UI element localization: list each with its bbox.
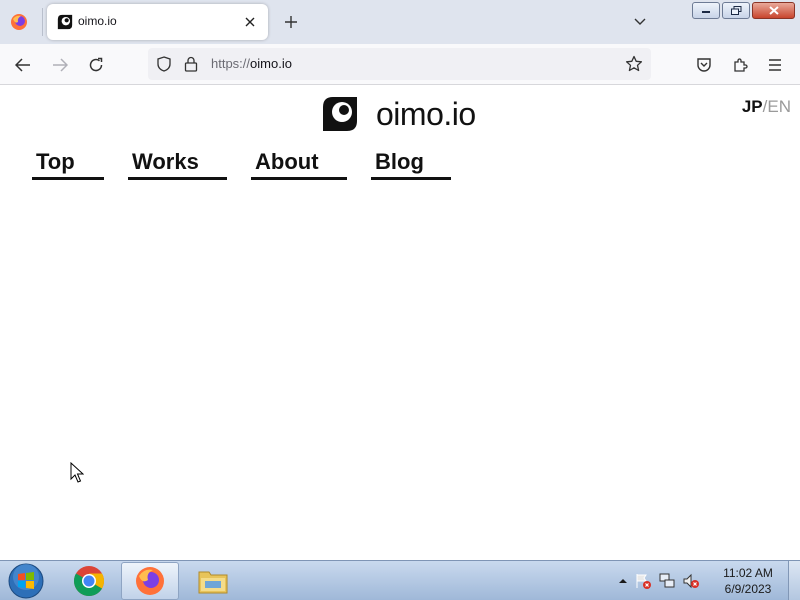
plus-icon <box>285 16 297 28</box>
clock-date: 6/9/2023 <box>724 582 772 596</box>
firefox-icon <box>136 567 164 595</box>
windows-start-icon <box>8 563 44 599</box>
start-button[interactable] <box>6 562 46 600</box>
nav-about[interactable]: About <box>251 147 347 180</box>
nav-blog[interactable]: Blog <box>371 147 451 180</box>
system-tray <box>618 569 700 593</box>
reload-button[interactable] <box>83 52 109 78</box>
forward-button[interactable] <box>47 52 73 78</box>
firefox-view-button[interactable] <box>6 9 32 35</box>
minimize-button[interactable] <box>692 2 720 19</box>
star-icon[interactable] <box>625 55 643 73</box>
mouse-cursor-icon <box>70 462 84 483</box>
oimo-logo-icon[interactable] <box>321 95 359 133</box>
close-window-button[interactable] <box>752 2 795 19</box>
language-switcher: JP/EN <box>742 97 791 117</box>
close-icon <box>245 17 255 27</box>
web-page: oimo.io JP/EN Top Works About Blog <box>0 85 800 560</box>
site-title[interactable]: oimo.io <box>376 96 476 133</box>
oimo-logo-icon <box>57 14 73 30</box>
restore-button[interactable] <box>722 2 750 19</box>
show-desktop-button[interactable] <box>788 561 800 600</box>
navigation-toolbar: https://oimo.io <box>0 44 800 85</box>
show-hidden-icons-icon[interactable] <box>618 576 628 586</box>
pocket-icon <box>697 58 711 72</box>
restore-icon <box>730 6 741 15</box>
minimize-icon <box>702 10 710 13</box>
arrow-left-icon <box>15 58 30 72</box>
lock-icon[interactable] <box>184 56 198 72</box>
tab-separator <box>42 8 43 36</box>
reload-icon <box>89 57 103 72</box>
lang-en-link[interactable]: EN <box>767 97 791 116</box>
close-icon <box>768 6 779 15</box>
nav-works[interactable]: Works <box>128 147 227 180</box>
tab-strip: oimo.io <box>0 0 800 44</box>
back-button[interactable] <box>10 52 36 78</box>
url-scheme: https:// <box>211 56 251 71</box>
pocket-button[interactable] <box>691 52 717 78</box>
app-menu-button[interactable] <box>762 52 788 78</box>
arrow-right-icon <box>53 58 68 72</box>
clock[interactable]: 11:02 AM 6/9/2023 <box>714 565 782 597</box>
url-text[interactable]: https://oimo.io <box>211 56 292 71</box>
hamburger-menu-icon <box>769 59 781 71</box>
taskbar-chrome[interactable] <box>60 562 118 600</box>
new-tab-button[interactable] <box>279 10 303 34</box>
puzzle-icon <box>734 58 748 72</box>
address-bar[interactable]: https://oimo.io <box>148 48 651 80</box>
tab-close-button[interactable] <box>240 12 260 32</box>
tab-oimo[interactable]: oimo.io <box>47 4 268 40</box>
taskbar: 11:02 AM 6/9/2023 <box>0 560 800 600</box>
action-center-flag-icon[interactable] <box>634 572 652 590</box>
tab-title: oimo.io <box>78 14 117 28</box>
shield-icon[interactable] <box>156 56 172 72</box>
list-all-tabs-button[interactable] <box>628 11 652 33</box>
lang-jp-link[interactable]: JP <box>742 97 763 116</box>
file-explorer-icon <box>198 571 228 594</box>
volume-muted-icon[interactable] <box>682 572 700 590</box>
window-controls <box>690 2 795 20</box>
taskbar-file-explorer[interactable] <box>184 562 242 600</box>
nav-top[interactable]: Top <box>32 147 104 180</box>
extensions-button[interactable] <box>727 52 753 78</box>
chrome-icon <box>73 566 105 597</box>
taskbar-firefox[interactable] <box>121 562 179 600</box>
chevron-down-icon <box>634 18 646 25</box>
url-host: oimo.io <box>250 56 292 71</box>
clock-time: 11:02 AM <box>723 566 773 580</box>
network-icon[interactable] <box>658 572 676 590</box>
firefox-icon <box>11 14 27 30</box>
